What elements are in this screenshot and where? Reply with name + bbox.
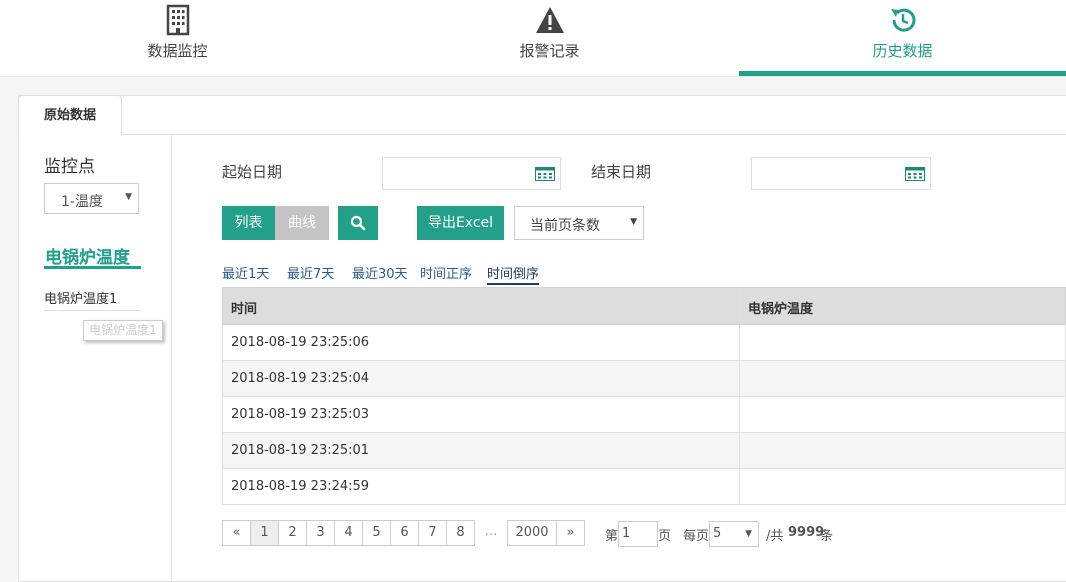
sensor-tooltip: 电锅炉温度1: [83, 320, 163, 341]
sensor-group-label[interactable]: 电锅炉温度: [45, 243, 130, 268]
table-header: 时间 电锅炉温度: [222, 287, 1066, 325]
page-size-select-value: 当前页条数: [530, 218, 600, 234]
table-row: 2018-08-19 23:25:06: [222, 325, 1066, 361]
total-count: 9999: [788, 525, 825, 540]
sensor-group-underline: [44, 266, 141, 269]
curve-view-button[interactable]: 曲线: [275, 206, 329, 240]
start-date-label: 起始日期: [222, 163, 283, 181]
column-divider: [739, 469, 740, 504]
nav-tab-label: 报警记录: [519, 42, 580, 60]
page-button-4[interactable]: 4: [334, 520, 363, 546]
page-prev-button[interactable]: «: [222, 520, 251, 546]
tab-divider: [120, 134, 1066, 135]
end-date-label: 结束日期: [591, 163, 652, 181]
table-row: 2018-08-19 23:24:59: [222, 469, 1066, 505]
nav-tab-history[interactable]: 历史数据: [739, 0, 1066, 76]
page-button-8[interactable]: 8: [446, 520, 475, 546]
column-divider: [739, 325, 740, 360]
goto-page-suffix: 页: [658, 529, 672, 544]
caret-down-icon: ▼: [630, 217, 637, 227]
column-divider: [739, 288, 740, 324]
column-header-time[interactable]: 时间: [231, 298, 257, 317]
left-panel-divider: [171, 135, 172, 580]
quick-filter-30days[interactable]: 最近30天: [352, 263, 408, 282]
column-divider: [739, 433, 740, 468]
page-button-5[interactable]: 5: [362, 520, 391, 546]
nav-tab-label: 历史数据: [872, 42, 933, 60]
page-next-button[interactable]: »: [556, 520, 585, 546]
sort-ascending-link[interactable]: 时间正序: [420, 263, 472, 282]
quick-filter-1day[interactable]: 最近1天: [222, 263, 269, 282]
page-button-3[interactable]: 3: [306, 520, 335, 546]
column-divider: [739, 361, 740, 396]
nav-tab-monitor[interactable]: 数据监控: [0, 0, 355, 76]
tab-raw-data[interactable]: 原始数据: [18, 95, 122, 135]
per-page-prefix: 每页: [683, 529, 710, 544]
start-date-input[interactable]: [382, 157, 561, 190]
quick-filter-7days[interactable]: 最近7天: [287, 263, 334, 282]
nav-tab-alarms[interactable]: 报警记录: [372, 0, 727, 76]
per-page-select[interactable]: 5 ▼: [709, 521, 759, 547]
column-header-temperature[interactable]: 电锅炉温度: [748, 298, 813, 317]
page-button-6[interactable]: 6: [390, 520, 419, 546]
page-ellipsis: …: [484, 524, 498, 539]
top-nav: 数据监控 报警记录 历史数据: [0, 0, 1066, 77]
total-prefix: /共: [766, 529, 784, 544]
search-icon: [350, 215, 366, 231]
nav-tab-label: 数据监控: [147, 42, 208, 60]
sensor-item[interactable]: 电锅炉温度1: [44, 288, 117, 307]
caret-down-icon: ▼: [745, 529, 752, 539]
cell-time: 2018-08-19 23:24:59: [231, 479, 370, 494]
calendar-icon[interactable]: [905, 167, 925, 181]
sort-descending-link[interactable]: 时间倒序: [487, 263, 540, 285]
monitor-point-select[interactable]: 1-温度 ▼: [44, 183, 139, 214]
page-button-7[interactable]: 7: [418, 520, 447, 546]
history-icon: [890, 8, 915, 32]
list-view-button[interactable]: 列表: [222, 206, 275, 240]
export-excel-button[interactable]: 导出Excel: [417, 206, 504, 240]
goto-page-input[interactable]: 1: [618, 521, 658, 547]
column-divider: [739, 397, 740, 432]
total-suffix: 条: [820, 529, 834, 544]
warning-icon: [535, 7, 564, 33]
end-date-input[interactable]: [751, 157, 931, 190]
page-button-2[interactable]: 2: [278, 520, 307, 546]
building-icon: [166, 4, 189, 36]
cell-time: 2018-08-19 23:25:01: [231, 443, 370, 458]
page-button-last[interactable]: 2000: [507, 520, 557, 546]
cell-time: 2018-08-19 23:25:04: [231, 371, 370, 386]
table-row: 2018-08-19 23:25:03: [222, 397, 1066, 433]
page-button-1[interactable]: 1: [250, 520, 279, 546]
search-button[interactable]: [338, 206, 378, 240]
sensor-item-divider: [44, 310, 141, 311]
active-tab-indicator: [739, 71, 1066, 76]
cell-time: 2018-08-19 23:25:03: [231, 407, 370, 422]
goto-page-prefix: 第: [605, 529, 619, 544]
page-size-select[interactable]: 当前页条数 ▼: [514, 206, 644, 240]
table-row: 2018-08-19 23:25:01: [222, 433, 1066, 469]
monitor-point-title: 监控点: [44, 157, 95, 177]
table-row: 2018-08-19 23:25:04: [222, 361, 1066, 397]
cell-time: 2018-08-19 23:25:06: [231, 335, 370, 350]
calendar-icon[interactable]: [535, 167, 555, 181]
per-page-value: 5: [713, 526, 722, 541]
monitor-point-select-value: 1-温度: [61, 194, 103, 210]
caret-down-icon: ▼: [125, 192, 132, 202]
